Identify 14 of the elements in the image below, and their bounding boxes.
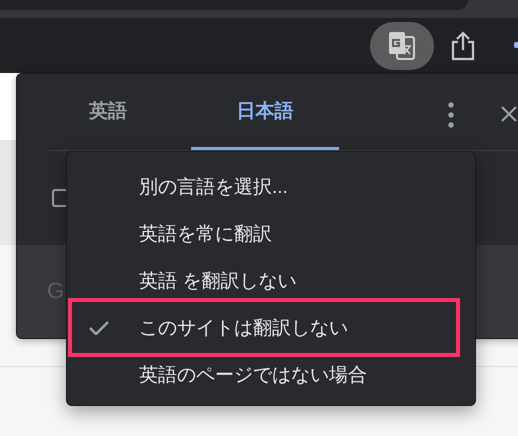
close-icon [501,106,517,122]
menu-item[interactable]: 別の言語を選択... [67,170,475,204]
menu-item[interactable]: 英語を常に翻訳 [67,217,475,251]
more-icon [447,102,455,128]
translate-button[interactable] [370,22,434,70]
menu-item[interactable]: このサイトは翻訳しない [67,311,475,345]
more-options-button[interactable] [447,102,455,128]
language-tab[interactable]: 英語 [49,74,191,150]
extension-icon[interactable] [514,42,518,48]
translate-icon [388,30,416,60]
menu-item[interactable]: 英語 を翻訳しない [67,264,475,298]
share-icon [451,30,475,60]
close-button[interactable] [501,106,517,122]
menu-item[interactable]: 英語のページではない場合 [67,358,475,392]
